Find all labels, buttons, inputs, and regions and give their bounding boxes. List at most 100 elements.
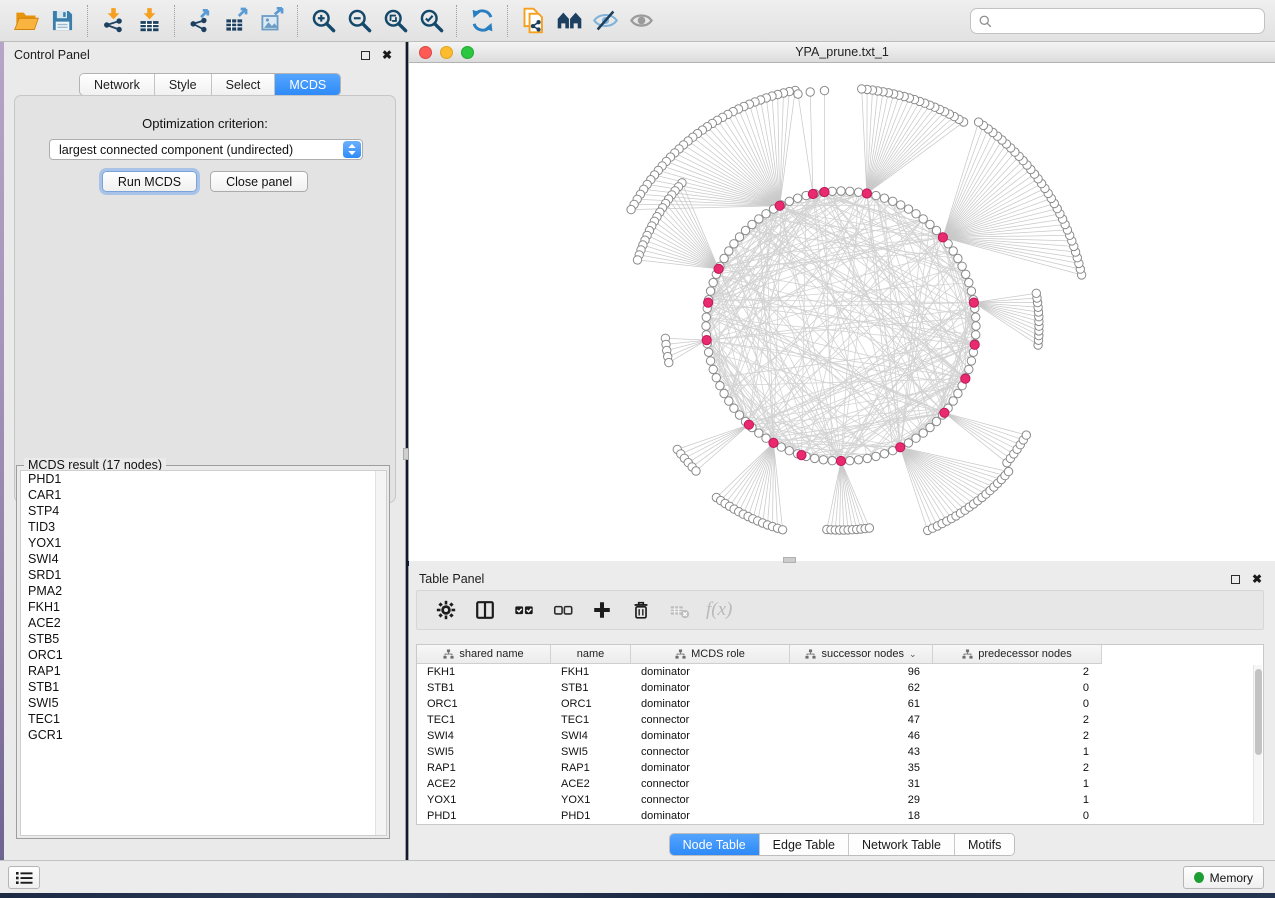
tab-select[interactable]: Select	[212, 74, 276, 95]
export-table-button[interactable]	[218, 4, 254, 38]
hide-selected-button[interactable]	[587, 4, 623, 38]
export-network-button[interactable]	[182, 4, 218, 38]
mcds-result-item[interactable]: STB1	[21, 679, 386, 695]
plus-icon	[591, 599, 613, 621]
float-panel-button[interactable]	[357, 47, 373, 63]
delete-column-button[interactable]	[626, 595, 656, 625]
table-cell-mcds_role: dominator	[631, 666, 790, 678]
table-settings-button[interactable]	[431, 595, 461, 625]
float-panel-button[interactable]	[1227, 571, 1243, 587]
zoom-in-icon	[310, 7, 337, 34]
table-cell-predecessor_nodes: 1	[933, 746, 1102, 758]
first-neighbors-button[interactable]	[551, 4, 587, 38]
import-network-icon	[100, 7, 127, 34]
float-icon	[1231, 575, 1240, 584]
tab-network-table[interactable]: Network Table	[849, 834, 955, 855]
mcds-result-list[interactable]: PHD1CAR1STP4TID3YOX1SWI4SRD1PMA2FKH1ACE2…	[20, 470, 387, 836]
toolbar-separator	[456, 5, 457, 37]
zoom-selected-button[interactable]	[413, 4, 449, 38]
table-toolbar: f(x)	[416, 590, 1264, 630]
close-panel-button[interactable]: ✖	[379, 47, 395, 63]
memory-button[interactable]: Memory	[1183, 866, 1264, 889]
import-table-button[interactable]	[131, 4, 167, 38]
mcds-result-item[interactable]: SRD1	[21, 567, 386, 583]
table-cell-predecessor_nodes: 2	[933, 714, 1102, 726]
show-all-button[interactable]	[623, 4, 659, 38]
mcds-result-item[interactable]: CAR1	[21, 487, 386, 503]
control-panel-title: Control Panel	[14, 48, 90, 62]
table-row[interactable]: FKH1FKH1dominator962	[417, 664, 1263, 680]
zoom-in-button[interactable]	[305, 4, 341, 38]
table-scrollbar[interactable]	[1253, 665, 1262, 823]
mcds-result-item[interactable]: ACE2	[21, 615, 386, 631]
eye-icon	[628, 7, 655, 34]
deselect-all-button[interactable]	[548, 595, 578, 625]
table-cell-shared_name: RAP1	[417, 762, 551, 774]
task-history-button[interactable]	[8, 866, 40, 889]
mcds-result-item[interactable]: ORC1	[21, 647, 386, 663]
column-header-mcds-role[interactable]: MCDS role	[631, 645, 790, 664]
column-header-shared-name[interactable]: shared name	[417, 645, 551, 664]
delete-table-icon	[669, 599, 691, 621]
mcds-result-item[interactable]: PMA2	[21, 583, 386, 599]
export-network-icon	[187, 7, 214, 34]
zoom-out-button[interactable]	[341, 4, 377, 38]
import-network-button[interactable]	[95, 4, 131, 38]
tab-edge-table[interactable]: Edge Table	[760, 834, 849, 855]
table-row[interactable]: SWI4SWI4dominator462	[417, 728, 1263, 744]
toggle-columns-button[interactable]	[470, 595, 500, 625]
table-scrollbar-thumb[interactable]	[1255, 669, 1262, 755]
optimization-criterion-select[interactable]: largest connected component (undirected)	[49, 139, 363, 160]
table-row[interactable]: RAP1RAP1dominator352	[417, 760, 1263, 776]
table-row[interactable]: ACE2ACE2connector311	[417, 776, 1263, 792]
mcds-list-scrollbar[interactable]	[375, 471, 386, 835]
search-input[interactable]	[993, 10, 1264, 32]
mcds-result-item[interactable]: FKH1	[21, 599, 386, 615]
divider-knob-horizontal[interactable]	[783, 557, 796, 563]
mcds-result-item[interactable]: SWI5	[21, 695, 386, 711]
table-row[interactable]: PHD1PHD1dominator180	[417, 808, 1263, 824]
save-session-button[interactable]	[44, 4, 80, 38]
column-header-predecessor-nodes[interactable]: predecessor nodes	[933, 645, 1102, 664]
open-file-button[interactable]	[8, 4, 44, 38]
mcds-result-item[interactable]: GCR1	[21, 727, 386, 743]
close-panel-button-mcds[interactable]: Close panel	[210, 171, 308, 192]
mcds-result-item[interactable]: SWI4	[21, 551, 386, 567]
add-column-button[interactable]	[587, 595, 617, 625]
memory-label: Memory	[1210, 871, 1253, 885]
tab-network[interactable]: Network	[80, 74, 155, 95]
mcds-result-item[interactable]: YOX1	[21, 535, 386, 551]
table-row[interactable]: ORC1ORC1dominator610	[417, 696, 1263, 712]
table-cell-shared_name: STB1	[417, 682, 551, 694]
select-all-button[interactable]	[509, 595, 539, 625]
mcds-result-item[interactable]: STP4	[21, 503, 386, 519]
mcds-result-item[interactable]: RAP1	[21, 663, 386, 679]
table-row[interactable]: SWI5SWI5connector431	[417, 744, 1263, 760]
mcds-result-item[interactable]: PHD1	[21, 471, 386, 487]
tab-style[interactable]: Style	[155, 74, 212, 95]
table-cell-shared_name: PHD1	[417, 810, 551, 822]
mcds-result-item[interactable]: TID3	[21, 519, 386, 535]
export-image-button[interactable]	[254, 4, 290, 38]
table-row[interactable]: TEC1TEC1connector472	[417, 712, 1263, 728]
run-mcds-button[interactable]: Run MCDS	[102, 171, 197, 192]
column-header-name[interactable]: name	[551, 645, 631, 664]
zoom-fit-button[interactable]	[377, 4, 413, 38]
duplicate-network-button[interactable]	[515, 4, 551, 38]
mcds-result-item[interactable]: STB5	[21, 631, 386, 647]
table-cell-predecessor_nodes: 2	[933, 730, 1102, 742]
column-header-successor-nodes[interactable]: successor nodes ⌄	[790, 645, 933, 664]
refresh-button[interactable]	[464, 4, 500, 38]
table-cell-shared_name: YOX1	[417, 794, 551, 806]
network-canvas[interactable]	[409, 63, 1274, 560]
table-row[interactable]: STB1STB1dominator620	[417, 680, 1263, 696]
table-row[interactable]: YOX1YOX1connector291	[417, 792, 1263, 808]
tab-node-table[interactable]: Node Table	[670, 834, 760, 855]
close-panel-button[interactable]: ✖	[1249, 571, 1265, 587]
column-label: predecessor nodes	[978, 648, 1072, 660]
tab-mcds[interactable]: MCDS	[275, 74, 340, 95]
mcds-result-item[interactable]: TEC1	[21, 711, 386, 727]
tab-motifs[interactable]: Motifs	[955, 834, 1014, 855]
column-type-icon	[443, 649, 454, 660]
search-box[interactable]	[970, 8, 1265, 34]
